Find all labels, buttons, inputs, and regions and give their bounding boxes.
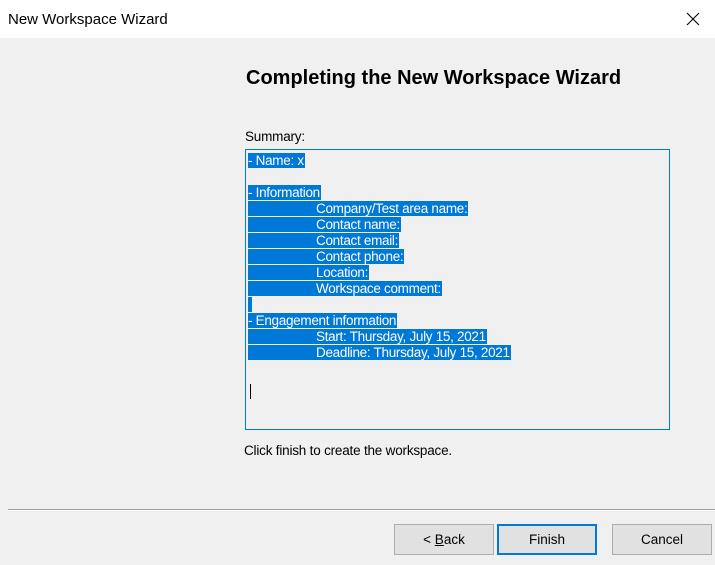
summary-line-location: Location: (248, 265, 669, 281)
back-button[interactable]: < Back (394, 524, 494, 555)
summary-line-contact-name: Contact name: (248, 217, 669, 233)
close-icon (686, 12, 700, 26)
summary-line-company: Company/Test area name: (248, 201, 669, 217)
summary-line-engagement: - Engagement information (248, 313, 398, 328)
summary-line-name: - Name: x (248, 153, 305, 168)
finish-button[interactable]: Finish (497, 524, 597, 555)
summary-label: Summary: (245, 129, 305, 144)
summary-line-contact-phone: Contact phone: (248, 249, 669, 265)
title-bar: New Workspace Wizard (0, 0, 715, 38)
summary-line-blank (248, 169, 669, 185)
text-caret (250, 384, 251, 399)
summary-line-contact-email: Contact email: (248, 233, 669, 249)
summary-line-deadline: Deadline: Thursday, July 15, 2021 (248, 345, 669, 361)
wizard-window: New Workspace Wizard Completing the New … (0, 0, 715, 565)
summary-line-information: - Information (248, 185, 321, 200)
page-heading: Completing the New Workspace Wizard (246, 67, 622, 89)
summary-line-blank (248, 297, 669, 313)
cancel-button[interactable]: Cancel (612, 524, 712, 555)
back-button-rest: ack (443, 532, 465, 547)
back-button-mnemonic: B (434, 532, 444, 547)
close-button[interactable] (671, 0, 715, 38)
summary-line-start: Start: Thursday, July 15, 2021 (248, 329, 669, 345)
summary-line-workspace-comment: Workspace comment: (248, 281, 669, 297)
summary-textbox[interactable]: - Name: x - Information Company/Test are… (245, 149, 670, 430)
wizard-side-panel (8, 38, 234, 510)
back-button-prefix: < (423, 532, 435, 547)
footer-divider (8, 509, 715, 511)
window-title: New Workspace Wizard (8, 11, 168, 28)
instruction-text: Click finish to create the workspace. (244, 443, 452, 458)
